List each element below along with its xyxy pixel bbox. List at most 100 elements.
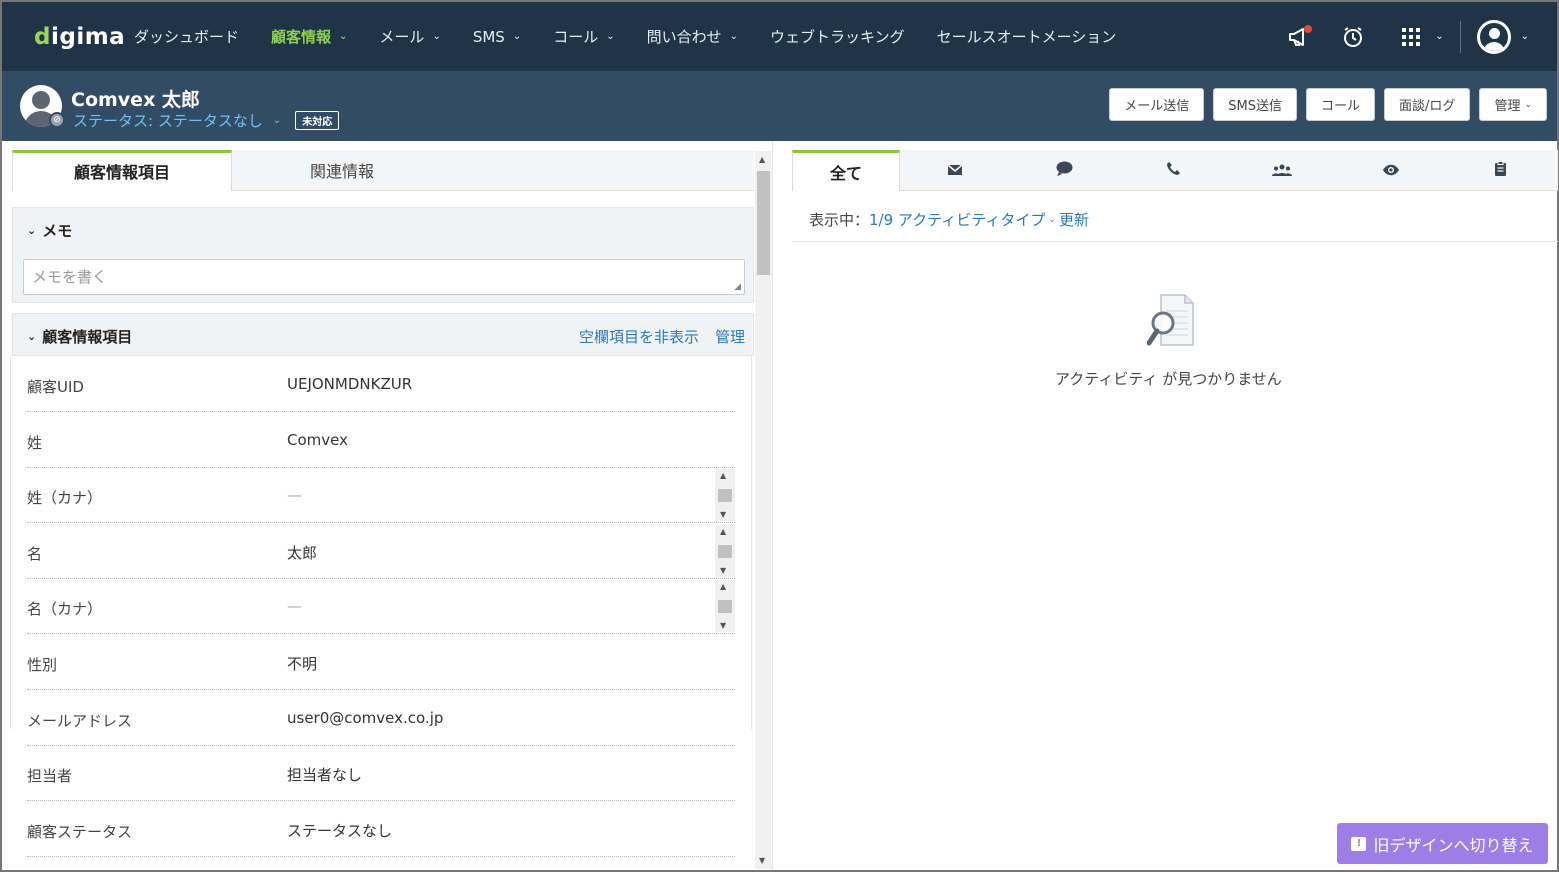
- tab-related-info[interactable]: 関連情報: [232, 150, 452, 191]
- tab-all-label: 全て: [829, 164, 862, 183]
- tab-customer-fields[interactable]: 顧客情報項目: [12, 150, 232, 191]
- field-value[interactable]: ステータスなし: [287, 820, 392, 841]
- call-label: コール: [1321, 99, 1361, 114]
- field-row: 名（カナ） — ▲ ▼: [27, 578, 735, 635]
- group-icon: [1272, 162, 1292, 180]
- memo-title: メモ: [42, 222, 73, 240]
- field-scrollbar[interactable]: ▲ ▼: [715, 469, 735, 522]
- nav-item-label: ウェブトラッキング: [770, 28, 905, 46]
- apps-chevron-down-icon[interactable]: ⌄: [1435, 31, 1443, 42]
- tab-chat[interactable]: [1010, 150, 1118, 191]
- customer-header: ⊘ Comvex 太郎 ステータス: ステータスなし ⌄ 未対応 メール送信 S…: [2, 71, 1557, 141]
- blocked-badge-icon: ⊘: [49, 112, 65, 128]
- field-label: 名: [27, 544, 43, 563]
- nav-item-label: SMS: [472, 27, 505, 46]
- field-value[interactable]: —: [287, 597, 302, 615]
- nav-item-label: メール: [379, 28, 425, 46]
- refresh-link[interactable]: 更新: [1059, 209, 1089, 230]
- nav-item-4[interactable]: コール ⌄: [553, 26, 614, 47]
- customer-fields-title: 顧客情報項目: [42, 328, 133, 346]
- user-avatar-icon[interactable]: [1476, 19, 1511, 54]
- field-scrollbar[interactable]: ▲ ▼: [715, 524, 735, 577]
- field-label: 性別: [27, 656, 58, 674]
- chevron-down-icon[interactable]: ⌄: [1048, 215, 1056, 225]
- nav-item-label: ダッシュボード: [134, 28, 240, 46]
- mail-icon: [947, 162, 963, 180]
- customer-status-dropdown[interactable]: ステータス: ステータスなし ⌄ 未対応: [73, 110, 340, 131]
- field-label: 名（カナ）: [27, 600, 103, 619]
- scroll-thumb[interactable]: [718, 544, 732, 558]
- chevron-down-icon: ⌄: [729, 31, 739, 42]
- field-row: 名太郎 ▲ ▼: [27, 523, 735, 579]
- scroll-thumb[interactable]: [718, 489, 732, 503]
- tab-group[interactable]: [1228, 150, 1336, 191]
- tab-clipboard[interactable]: [1446, 150, 1554, 191]
- feedback-icon: !: [1351, 836, 1367, 851]
- chat-icon: [1056, 161, 1073, 180]
- scroll-down-icon[interactable]: ▼: [759, 856, 765, 865]
- field-value[interactable]: 不明: [287, 653, 317, 674]
- memo-section-toggle[interactable]: ⌄ メモ: [27, 220, 72, 241]
- call-button[interactable]: コール: [1306, 88, 1376, 121]
- nav-item-1[interactable]: 顧客情報 ⌄: [271, 26, 347, 47]
- chevron-down-icon: ⌄: [512, 31, 522, 42]
- scroll-down-icon[interactable]: ▼: [720, 510, 726, 519]
- field-value[interactable]: 太郎: [287, 542, 317, 563]
- scroll-down-icon[interactable]: ▼: [720, 621, 726, 630]
- scroll-thumb[interactable]: [757, 171, 770, 275]
- app-logo[interactable]: digima: [34, 24, 134, 50]
- memo-input[interactable]: メモを書く ◢: [23, 259, 745, 295]
- field-value[interactable]: Comvex: [287, 431, 348, 449]
- send-mail-button[interactable]: メール送信: [1109, 88, 1205, 121]
- field-value[interactable]: UEJONMDNKZUR: [287, 375, 412, 393]
- nav-divider: [1459, 20, 1461, 53]
- megaphone-icon[interactable]: [1285, 23, 1313, 51]
- nav-item-5[interactable]: 問い合わせ ⌄: [647, 26, 738, 47]
- user-chevron-down-icon[interactable]: ⌄: [1521, 31, 1529, 42]
- nav-item-label: 問い合わせ: [646, 28, 722, 46]
- field-value[interactable]: —: [287, 486, 302, 504]
- left-scrollbar[interactable]: ▲ ▼: [755, 151, 772, 869]
- field-value[interactable]: 担当者なし: [287, 764, 362, 785]
- tab-phone[interactable]: [1119, 150, 1227, 191]
- section-links: 空欄項目を非表示 管理: [563, 326, 745, 347]
- phone-icon: [1166, 161, 1181, 180]
- alarm-clock-icon[interactable]: [1339, 23, 1367, 51]
- field-label: 顧客ステータス: [27, 822, 133, 841]
- resize-handle-icon[interactable]: ◢: [734, 282, 741, 292]
- nav-item-2[interactable]: メール ⌄: [379, 26, 440, 47]
- switch-old-design-button[interactable]: ! 旧デザインへ切り替え: [1337, 823, 1548, 864]
- top-nav: digima ダッシュボード 顧客情報 ⌄ メール ⌄ SMS ⌄ コール ⌄ 問い合わせ ⌄ ウェブ…: [2, 2, 1557, 71]
- nav-item-7[interactable]: セールスオートメーション: [937, 26, 1117, 47]
- scroll-up-icon[interactable]: ▲: [720, 527, 726, 536]
- field-label: 姓（カナ）: [27, 489, 103, 508]
- send-sms-label: SMS送信: [1228, 99, 1283, 114]
- nav-item-6[interactable]: ウェブトラッキング: [770, 26, 905, 47]
- customer-fields-toggle[interactable]: ⌄ 顧客情報項目: [27, 326, 132, 347]
- tab-mail[interactable]: [901, 150, 1009, 191]
- nav-right: ⌄ ⌄: [1285, 2, 1557, 71]
- nav-item-0[interactable]: ダッシュボード: [134, 26, 239, 47]
- tab-all[interactable]: 全て: [792, 150, 900, 191]
- nav-item-3[interactable]: SMS ⌄: [473, 28, 521, 46]
- scroll-up-icon[interactable]: ▲: [759, 155, 765, 164]
- field-value[interactable]: user0@comvex.co.jp: [287, 709, 443, 727]
- manage-fields-link[interactable]: 管理: [715, 326, 745, 347]
- tab-eye[interactable]: [1337, 150, 1445, 191]
- field-scrollbar[interactable]: ▲ ▼: [715, 580, 735, 633]
- apps-grid-icon[interactable]: [1397, 23, 1425, 51]
- chevron-down-icon: ⌄: [432, 31, 441, 42]
- customer-name: Comvex 太郎: [71, 89, 200, 111]
- meeting-log-button[interactable]: 面談/ログ: [1384, 88, 1471, 121]
- activity-type-filter[interactable]: 1/9 アクティビティタイプ: [869, 209, 1045, 230]
- send-sms-button[interactable]: SMS送信: [1213, 88, 1298, 121]
- manage-dropdown-button[interactable]: 管理 ⌄: [1479, 88, 1547, 121]
- scroll-up-icon[interactable]: ▲: [720, 471, 726, 480]
- field-row: 担当者 担当者なし: [27, 745, 735, 802]
- scroll-down-icon[interactable]: ▼: [720, 566, 726, 575]
- field-label: 担当者: [27, 767, 73, 786]
- left-tabs: 顧客情報項目 関連情報: [12, 150, 754, 191]
- scroll-up-icon[interactable]: ▲: [720, 582, 726, 591]
- scroll-thumb[interactable]: [718, 600, 732, 614]
- hide-empty-link[interactable]: 空欄項目を非表示: [579, 326, 699, 347]
